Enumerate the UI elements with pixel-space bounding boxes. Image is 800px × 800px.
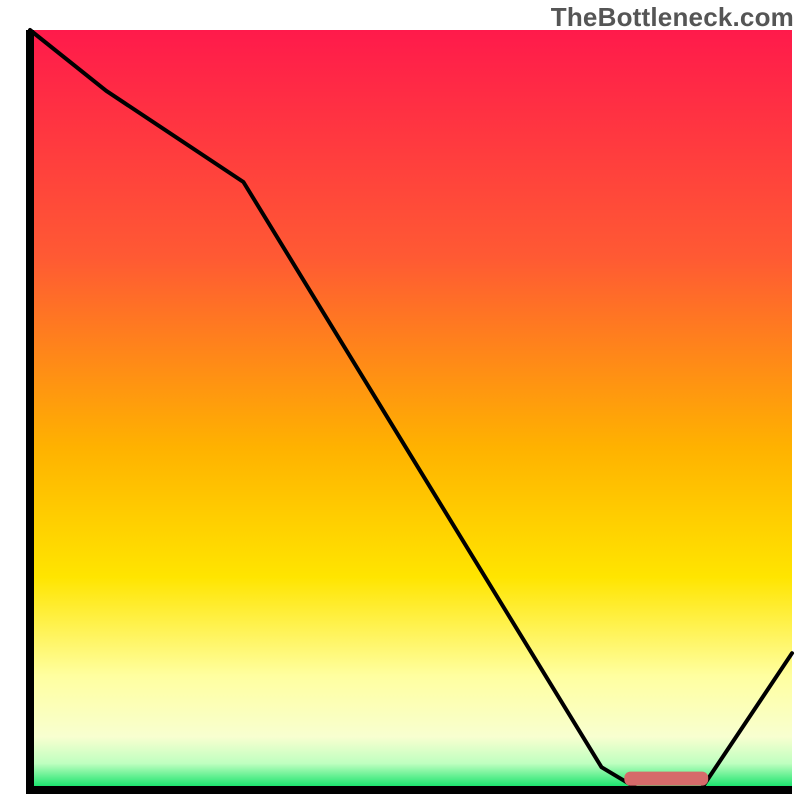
bottleneck-chart [0, 0, 800, 800]
watermark-text: TheBottleneck.com [551, 2, 794, 33]
plot-background [30, 30, 792, 790]
chart-container: TheBottleneck.com [0, 0, 800, 800]
optimum-marker [624, 772, 708, 786]
